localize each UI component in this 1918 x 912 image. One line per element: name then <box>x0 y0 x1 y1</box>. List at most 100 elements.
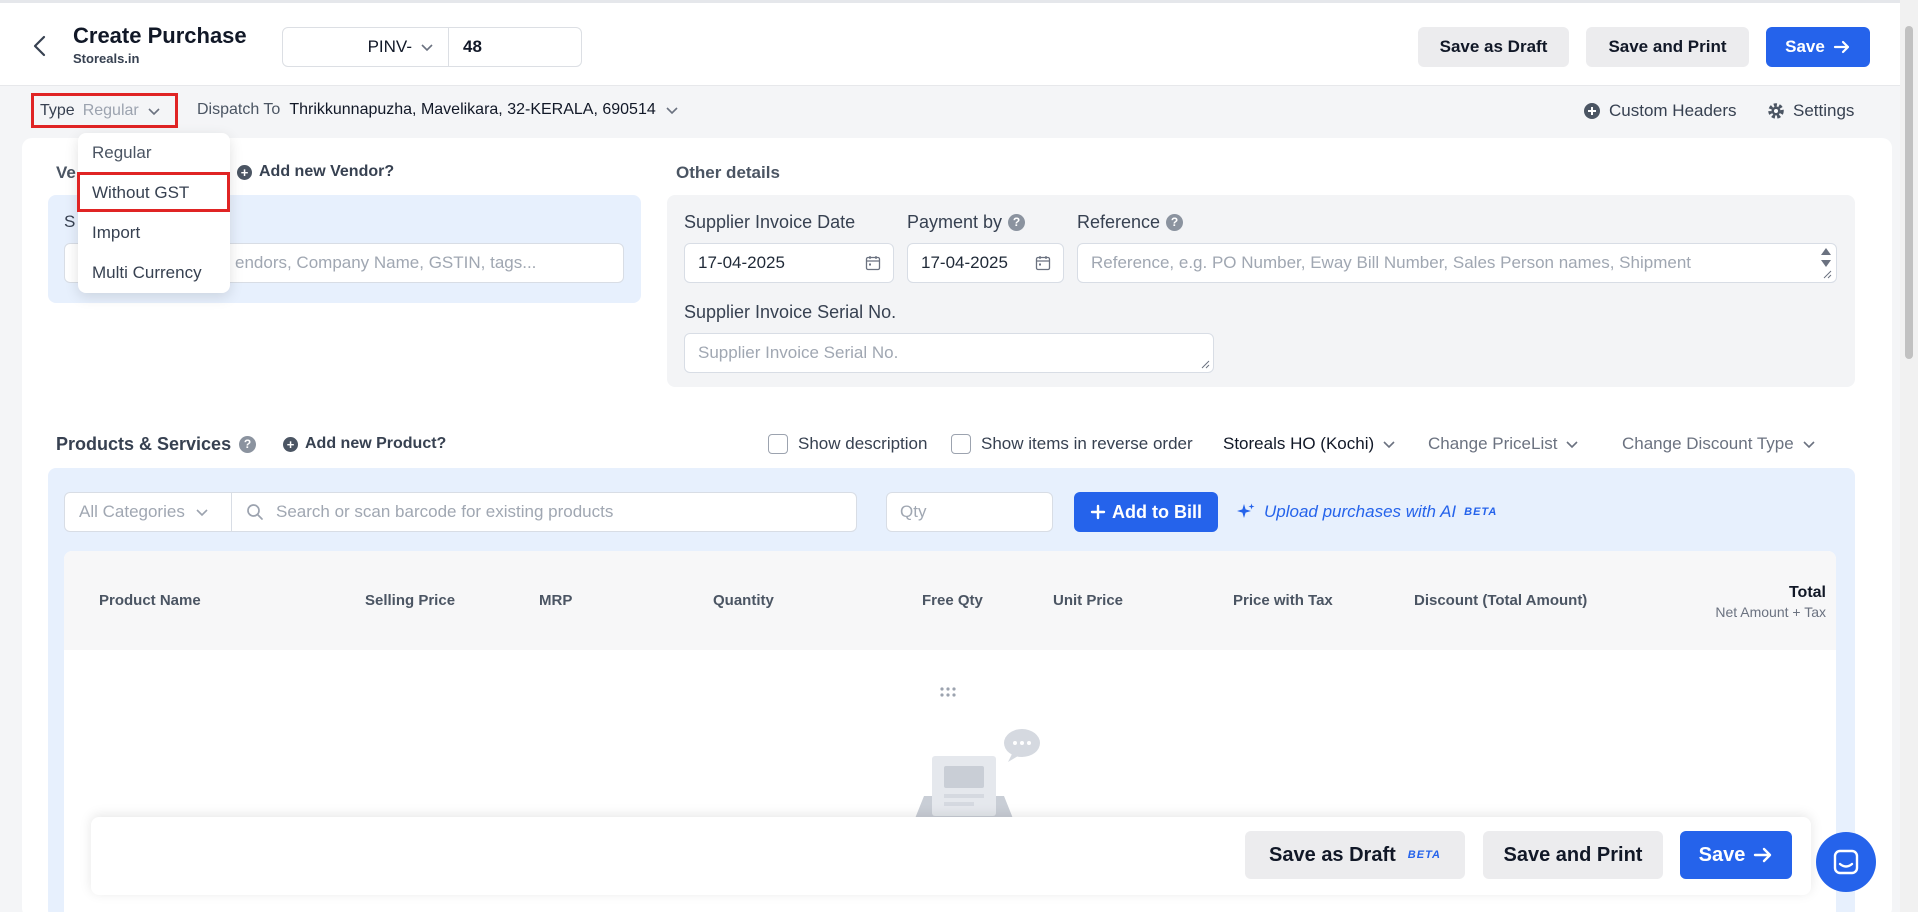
gear-icon <box>1768 103 1784 119</box>
bottom-save-print-button[interactable]: Save and Print <box>1483 831 1663 879</box>
total-sub-label: Net Amount + Tax <box>1715 604 1826 620</box>
reference-input[interactable]: Reference, e.g. PO Number, Eway Bill Num… <box>1077 243 1837 283</box>
plus-circle-icon <box>1584 103 1600 119</box>
beta-badge: BETA <box>1464 506 1498 518</box>
other-details-label: Other details <box>676 163 780 182</box>
dispatch-label: Dispatch To <box>197 101 281 118</box>
chevron-down-icon <box>148 107 160 115</box>
dispatch-to[interactable]: Dispatch To Thrikkunnapuzha, Mavelikara,… <box>197 101 679 119</box>
back-arrow-icon[interactable] <box>28 33 54 59</box>
arrow-right-icon <box>1754 847 1772 863</box>
drag-handle-icon <box>940 687 956 697</box>
add-vendor-label: Add new Vendor? <box>259 163 395 180</box>
payment-by-value: 17-04-2025 <box>921 253 1008 272</box>
calendar-icon <box>1035 256 1051 271</box>
type-select[interactable]: Type Regular <box>31 93 178 128</box>
serial-label-text: Supplier Invoice Serial No. <box>684 302 897 322</box>
supplier-invoice-date-label: Supplier Invoice Date <box>684 212 855 233</box>
dispatch-address: Thrikkunnapuzha, Mavelikara, 32-KERALA, … <box>289 101 656 118</box>
invoice-prefix-value: PINV- <box>367 37 412 56</box>
chevron-down-icon <box>666 107 678 115</box>
show-description-toggle[interactable]: Show description <box>768 434 927 454</box>
warehouse-value: Storeals HO (Kochi) <box>1223 434 1375 453</box>
column-header: Discount (Total Amount) <box>1414 592 1588 609</box>
help-icon[interactable]: ? <box>1166 214 1184 231</box>
add-to-bill-button[interactable]: Add to Bill <box>1074 492 1218 532</box>
plus-circle-icon: + <box>283 436 298 452</box>
supplier-invoice-date-input[interactable]: 17-04-2025 <box>684 243 894 283</box>
save-draft-button[interactable]: Save as Draft <box>1418 27 1569 67</box>
payment-by-label-text: Payment by <box>907 212 1003 232</box>
qty-placeholder: Qty <box>900 502 927 521</box>
arrow-right-icon <box>1833 40 1849 54</box>
chat-support-button[interactable] <box>1816 832 1876 892</box>
category-select[interactable]: All Categories <box>64 492 232 532</box>
plus-icon <box>1090 504 1106 520</box>
empty-inbox-illustration-icon <box>914 729 1040 821</box>
payment-by-input[interactable]: 17-04-2025 <box>907 243 1064 283</box>
spinner-arrows-icon[interactable] <box>1820 246 1832 280</box>
save-button[interactable]: Save <box>1766 27 1870 67</box>
type-dropdown-menu: Regular Without GST Import Multi Currenc… <box>78 133 230 293</box>
custom-headers-button[interactable]: Custom Headers <box>1583 101 1737 121</box>
bottom-save-draft-button[interactable]: Save as Draft BETA <box>1245 831 1465 879</box>
reverse-order-checkbox[interactable] <box>951 434 971 454</box>
chevron-down-icon <box>196 509 208 517</box>
chevron-down-icon <box>1383 441 1395 449</box>
supplier-invoice-date-value: 17-04-2025 <box>698 253 785 272</box>
scrollbar-thumb[interactable] <box>1905 26 1913 359</box>
type-option-multi-currency[interactable]: Multi Currency <box>92 263 202 283</box>
vendor-search-label: S <box>64 212 76 231</box>
save-print-button[interactable]: Save and Print <box>1586 27 1749 67</box>
serial-label: Supplier Invoice Serial No. <box>684 302 896 323</box>
beta-badge: BETA <box>1407 849 1441 861</box>
payment-by-label: Payment by ? <box>907 212 1026 233</box>
serial-input[interactable]: Supplier Invoice Serial No. <box>684 333 1214 373</box>
vendor-search-placeholder: endors, Company Name, GSTIN, tags... <box>235 253 537 272</box>
column-header: Product Name <box>99 592 201 609</box>
show-description-checkbox[interactable] <box>768 434 788 454</box>
total-label: Total <box>1788 584 1826 601</box>
change-pricelist-select[interactable]: Change PriceList <box>1428 434 1579 454</box>
chevron-down-icon <box>421 44 433 52</box>
add-product-link[interactable]: + Add new Product? <box>283 435 446 453</box>
add-vendor-link[interactable]: + Add new Vendor? <box>237 163 394 181</box>
products-title-text: Products & Services <box>56 434 232 454</box>
column-header: Unit Price <box>1053 592 1124 609</box>
vendor-section-label: Ve <box>56 163 76 182</box>
upload-ai-label: Upload purchases with AI <box>1264 502 1457 521</box>
product-search-placeholder: Search or scan barcode for existing prod… <box>276 502 614 521</box>
bottom-save-button[interactable]: Save <box>1680 831 1792 879</box>
invoice-number-group: PINV- 48 <box>282 27 582 67</box>
sparkle-icon <box>1237 503 1255 518</box>
upload-ai-link[interactable]: Upload purchases with AI BETA <box>1236 502 1497 522</box>
change-discount-select[interactable]: Change Discount Type <box>1622 434 1816 454</box>
type-option-import[interactable]: Import <box>92 223 140 243</box>
settings-button[interactable]: Settings <box>1767 101 1854 121</box>
total-column-header: Total Net Amount + Tax <box>1715 584 1826 620</box>
custom-headers-label: Custom Headers <box>1609 101 1737 120</box>
page-title: Create Purchase <box>73 23 247 48</box>
reference-label: Reference ? <box>1077 212 1184 233</box>
serial-placeholder: Supplier Invoice Serial No. <box>698 343 899 362</box>
change-pricelist-label: Change PriceList <box>1428 434 1558 453</box>
column-header: Price with Tax <box>1233 592 1333 609</box>
save-button-label: Save <box>1785 37 1825 56</box>
reference-placeholder: Reference, e.g. PO Number, Eway Bill Num… <box>1091 253 1691 272</box>
help-icon[interactable]: ? <box>1008 214 1026 231</box>
warehouse-select[interactable]: Storeals HO (Kochi) <box>1223 434 1396 454</box>
product-search-input[interactable]: Search or scan barcode for existing prod… <box>231 492 857 532</box>
qty-input[interactable]: Qty <box>886 492 1053 532</box>
resize-handle-icon[interactable] <box>1201 360 1210 369</box>
supplier-invoice-date-label-text: Supplier Invoice Date <box>684 212 856 232</box>
help-icon[interactable]: ? <box>239 436 257 453</box>
plus-circle-icon: + <box>237 164 252 180</box>
invoice-prefix-select[interactable]: PINV- <box>283 28 449 66</box>
chevron-down-icon <box>1803 441 1815 449</box>
category-placeholder: All Categories <box>79 502 185 521</box>
type-option-regular[interactable]: Regular <box>92 143 152 163</box>
reverse-order-toggle[interactable]: Show items in reverse order <box>951 434 1193 454</box>
calendar-icon <box>865 256 881 271</box>
invoice-number-input[interactable]: 48 <box>449 28 581 66</box>
bottom-save-label: Save <box>1698 843 1746 866</box>
